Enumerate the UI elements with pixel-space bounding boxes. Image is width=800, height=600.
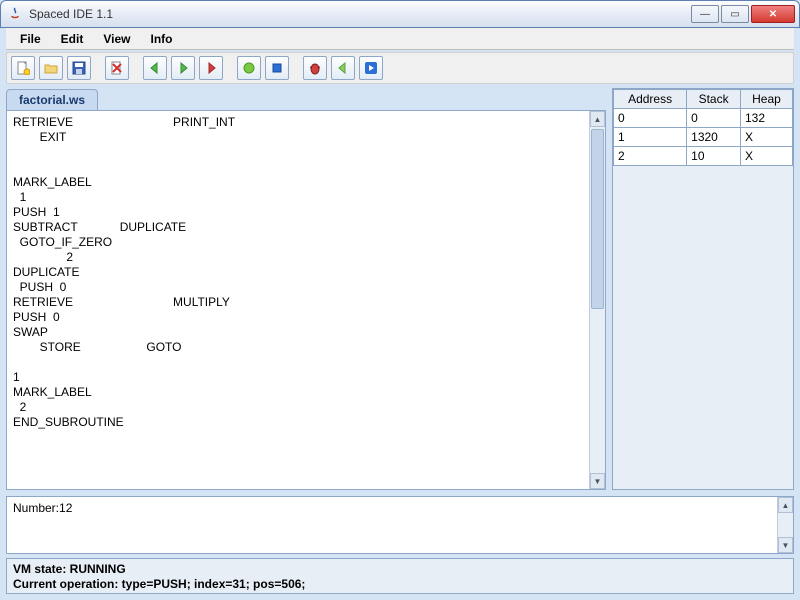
memory-panel: Address Stack Heap 0 0 132 1 1320 X 2 10…: [612, 88, 794, 490]
code-editor[interactable]: RETRIEVE PRINT_INT EXIT MARK_LABEL 1 PUS…: [6, 110, 606, 490]
delete-button[interactable]: [105, 56, 129, 80]
window-title: Spaced IDE 1.1: [29, 7, 689, 21]
vm-state-text: VM state: RUNNING: [13, 562, 787, 577]
col-heap[interactable]: Heap: [740, 90, 792, 109]
output-scrollbar[interactable]: ▲ ▼: [777, 497, 793, 553]
run-button[interactable]: [237, 56, 261, 80]
open-file-button[interactable]: [39, 56, 63, 80]
scroll-thumb[interactable]: [591, 129, 604, 309]
save-button[interactable]: [67, 56, 91, 80]
menu-file[interactable]: File: [12, 30, 49, 48]
table-row: 0 0 132: [614, 109, 793, 128]
scroll-down-icon[interactable]: ▼: [778, 537, 793, 553]
java-icon: [7, 6, 23, 22]
new-file-button[interactable]: [11, 56, 35, 80]
stop-button[interactable]: [265, 56, 289, 80]
menu-view[interactable]: View: [95, 30, 138, 48]
memory-table: Address Stack Heap 0 0 132 1 1320 X 2 10…: [613, 89, 793, 166]
output-panel: Number:12 ▲ ▼: [6, 496, 794, 554]
table-row: 2 10 X: [614, 147, 793, 166]
maximize-button[interactable]: ▭: [721, 5, 749, 23]
menu-edit[interactable]: Edit: [53, 30, 92, 48]
scroll-up-icon[interactable]: ▲: [778, 497, 793, 513]
window-titlebar: Spaced IDE 1.1 — ▭ ✕: [0, 0, 800, 28]
minimize-button[interactable]: —: [691, 5, 719, 23]
scroll-up-icon[interactable]: ▲: [590, 111, 605, 127]
back-button[interactable]: [143, 56, 167, 80]
menu-bar: File Edit View Info: [6, 28, 794, 50]
toolbar: [6, 52, 794, 84]
current-op-text: Current operation: type=PUSH; index=31; …: [13, 577, 787, 592]
debug-button[interactable]: [303, 56, 327, 80]
status-panel: VM state: RUNNING Current operation: typ…: [6, 558, 794, 594]
editor-content[interactable]: RETRIEVE PRINT_INT EXIT MARK_LABEL 1 PUS…: [7, 111, 589, 489]
menu-info[interactable]: Info: [142, 30, 180, 48]
forward-button[interactable]: [171, 56, 195, 80]
tab-factorial[interactable]: factorial.ws: [6, 89, 98, 110]
col-address[interactable]: Address: [614, 90, 687, 109]
scroll-down-icon[interactable]: ▼: [590, 473, 605, 489]
editor-scrollbar[interactable]: ▲ ▼: [589, 111, 605, 489]
step-forward-button[interactable]: [359, 56, 383, 80]
table-row: 1 1320 X: [614, 128, 793, 147]
step-back-button[interactable]: [331, 56, 355, 80]
col-stack[interactable]: Stack: [687, 90, 741, 109]
close-button[interactable]: ✕: [751, 5, 795, 23]
debug-step-button[interactable]: [199, 56, 223, 80]
output-text[interactable]: Number:12: [7, 497, 777, 553]
